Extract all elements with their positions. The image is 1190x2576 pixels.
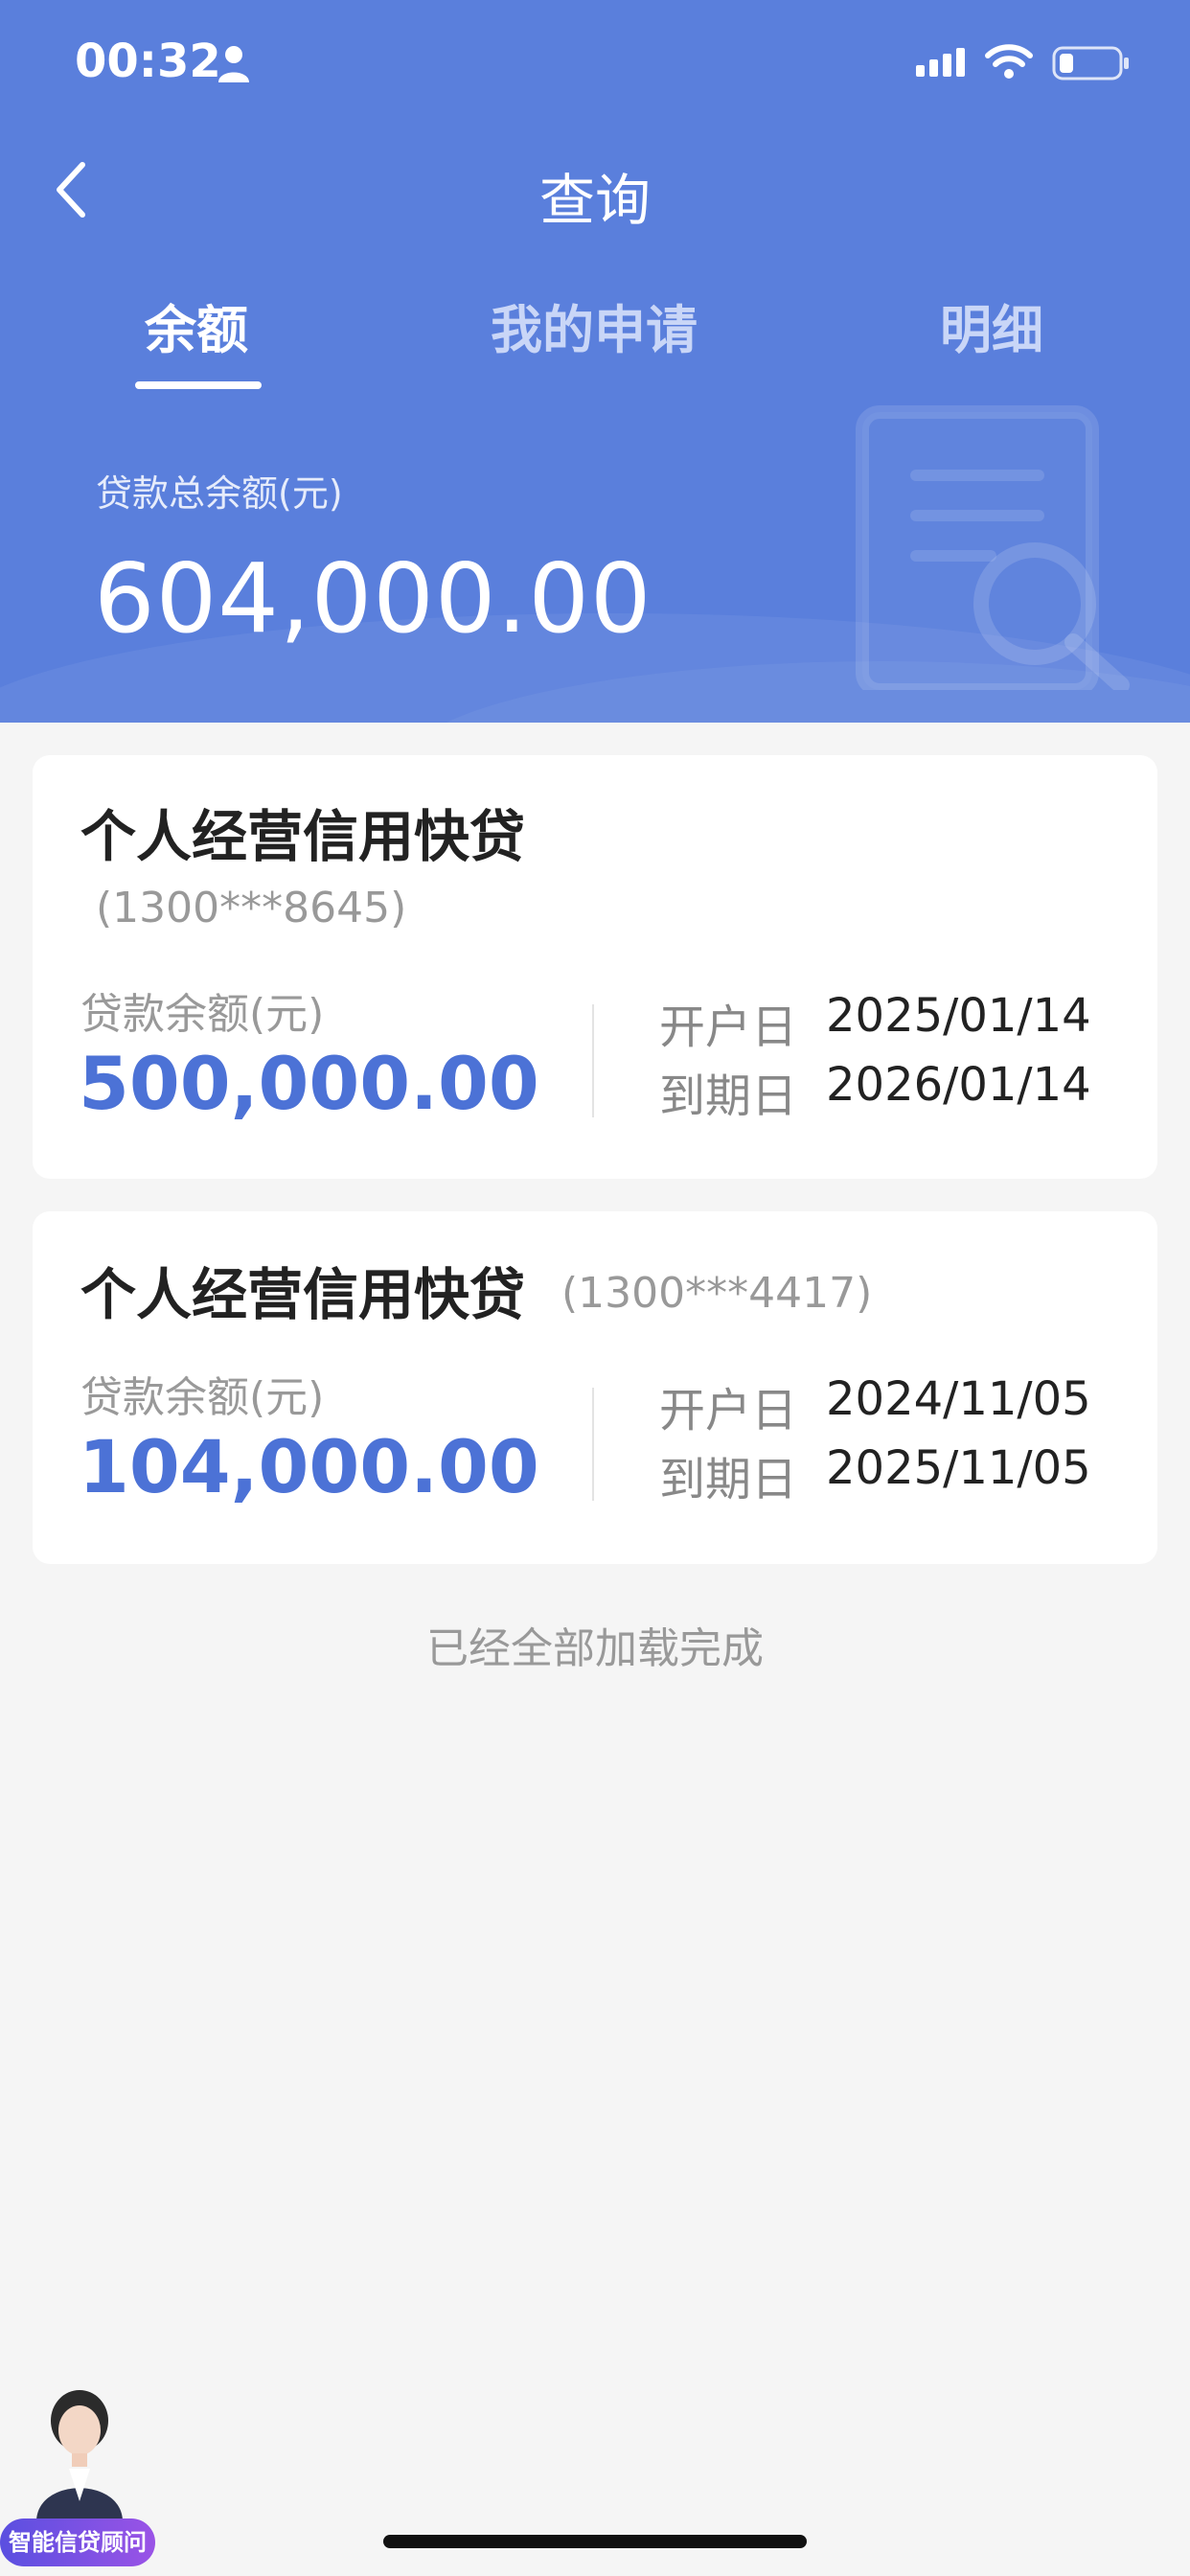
- header-banner: 00:32 查询 余额 我的申请 明细 贷款总余额(元) 604,000.00: [0, 0, 1190, 723]
- loan-card[interactable]: 个人经营信用快贷 (1300***4417) 贷款余额(元) 104,000.0…: [33, 1211, 1157, 1564]
- total-balance-label: 贷款总余额(元): [96, 472, 343, 515]
- status-time: 00:32: [75, 34, 221, 88]
- smart-credit-advisor-button[interactable]: 智能信贷顾问: [0, 2518, 155, 2566]
- due-date-value: 2025/11/05: [826, 1441, 1091, 1495]
- due-date-label: 到期日: [659, 1070, 798, 1123]
- card-divider: [592, 1388, 594, 1501]
- loan-account-number: (1300***4417): [561, 1269, 873, 1318]
- person-icon: [218, 46, 249, 82]
- loan-balance-label: 贷款余额(元): [80, 990, 325, 1039]
- due-date-label: 到期日: [659, 1453, 798, 1506]
- home-indicator[interactable]: [383, 2535, 807, 2548]
- loan-account-number: (1300***8645): [96, 884, 407, 932]
- document-search-icon: [856, 405, 1130, 690]
- loan-product-name: 个人经营信用快贷: [80, 804, 526, 869]
- loan-balance-value: 104,000.00: [79, 1424, 539, 1509]
- card-divider: [592, 1004, 594, 1117]
- open-date-label: 开户日: [659, 1000, 798, 1054]
- active-tab-indicator: [135, 381, 262, 389]
- open-date-value: 2025/01/14: [826, 989, 1091, 1043]
- status-bar: 00:32: [0, 0, 1190, 125]
- tab-balance[interactable]: 余额: [96, 288, 297, 363]
- open-date-label: 开户日: [659, 1384, 798, 1438]
- signal-icon: [916, 48, 965, 77]
- page-title: 查询: [538, 168, 651, 233]
- load-complete-text: 已经全部加载完成: [426, 1624, 764, 1673]
- total-balance-value: 604,000.00: [94, 542, 652, 655]
- loan-balance-label: 贷款余额(元): [80, 1373, 325, 1422]
- loan-balance-value: 500,000.00: [79, 1041, 539, 1126]
- wifi-icon: [985, 44, 1033, 79]
- loan-card[interactable]: 个人经营信用快贷 (1300***8645) 贷款余额(元) 500,000.0…: [33, 755, 1157, 1179]
- open-date-value: 2024/11/05: [826, 1372, 1091, 1426]
- loan-product-name: 个人经营信用快贷: [80, 1262, 526, 1327]
- due-date-value: 2026/01/14: [826, 1058, 1091, 1112]
- tab-my-applications[interactable]: 我的申请: [460, 288, 728, 363]
- tab-details[interactable]: 明细: [891, 288, 1092, 363]
- assistant-avatar[interactable]: [27, 2386, 132, 2520]
- battery-icon: [1052, 46, 1129, 80]
